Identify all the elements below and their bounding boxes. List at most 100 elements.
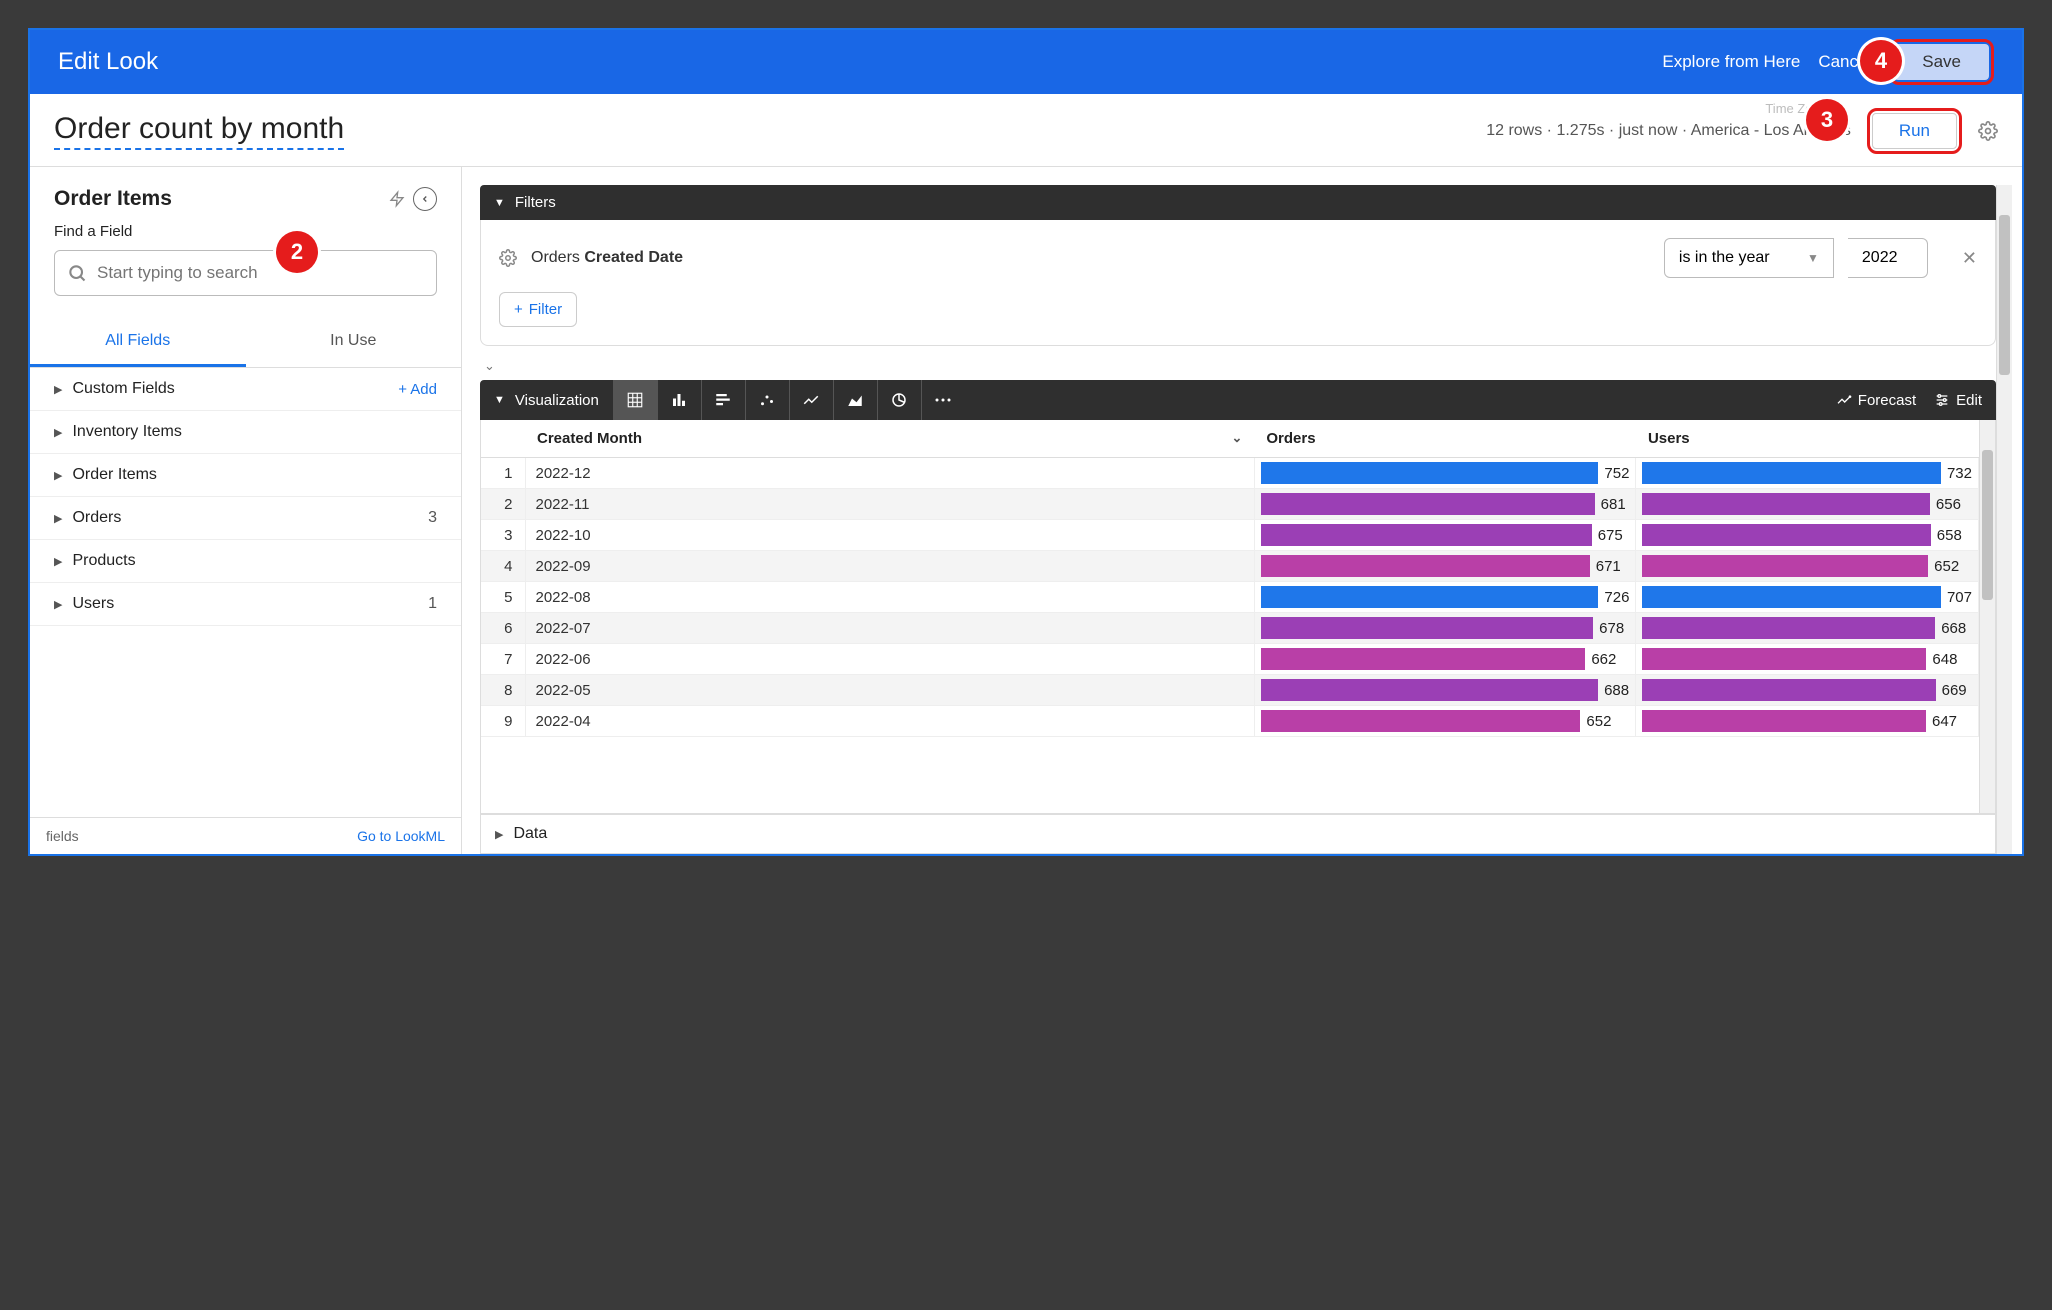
viz-type-bar-icon[interactable] [701, 380, 745, 420]
main-scrollbar[interactable] [1996, 185, 2012, 854]
forecast-button[interactable]: Forecast [1836, 392, 1916, 409]
cell-orders[interactable]: 688 [1254, 675, 1636, 706]
cell-month[interactable]: 2022-06 [525, 644, 1254, 675]
run-button[interactable]: Run [1872, 113, 1957, 149]
cell-orders[interactable]: 662 [1254, 644, 1636, 675]
filter-field-name: Orders Created Date [531, 249, 1650, 267]
chevron-right-icon: ▶ [495, 828, 503, 841]
explore-from-here-link[interactable]: Explore from Here [1662, 52, 1800, 72]
cell-users[interactable]: 707 [1636, 582, 1979, 613]
cell-month[interactable]: 2022-10 [525, 520, 1254, 551]
app-window: 2 3 4 Edit Look Explore from Here Cancel… [28, 28, 2024, 856]
filters-body: Orders Created Date is in the year ▼ 202… [480, 220, 1996, 346]
cell-orders[interactable]: 675 [1254, 520, 1636, 551]
cell-orders[interactable]: 671 [1254, 551, 1636, 582]
row-number: 9 [481, 706, 525, 737]
add-filter-button[interactable]: + Filter [499, 292, 577, 327]
search-icon [67, 263, 87, 283]
field-group-users[interactable]: ▶Users1 [30, 583, 461, 626]
viz-type-area-icon[interactable] [833, 380, 877, 420]
col-created-month[interactable]: Created Month⌄ [525, 420, 1254, 458]
table-row: 92022-04652647 [481, 706, 1979, 737]
filter-gear-icon[interactable] [499, 249, 517, 267]
bolt-icon[interactable] [389, 189, 405, 209]
chevron-right-icon: ▶ [54, 426, 62, 439]
forecast-icon [1836, 392, 1852, 408]
field-group-label: Inventory Items [72, 423, 437, 441]
filters-label: Filters [515, 194, 556, 211]
save-button[interactable]: Save [1894, 44, 1989, 80]
title-row: Order count by month Time Zone 12 rows ·… [30, 94, 2022, 167]
cell-users[interactable]: 647 [1636, 706, 1979, 737]
annotation-3: 3 [1806, 99, 1848, 141]
viz-type-pie-icon[interactable] [877, 380, 921, 420]
add-custom-field-link[interactable]: + Add [398, 381, 437, 398]
viz-type-scatter-icon[interactable] [745, 380, 789, 420]
run-button-highlight: Run [1867, 108, 1962, 154]
settings-gear-icon[interactable] [1978, 121, 1998, 141]
cell-users[interactable]: 732 [1636, 458, 1979, 489]
table-scrollbar[interactable] [1979, 420, 1995, 813]
chevron-right-icon: ▶ [54, 555, 62, 568]
field-group-order-items[interactable]: ▶Order Items [30, 454, 461, 497]
look-title-input[interactable]: Order count by month [54, 112, 344, 150]
cell-users[interactable]: 648 [1636, 644, 1979, 675]
cell-month[interactable]: 2022-11 [525, 489, 1254, 520]
cell-users[interactable]: 668 [1636, 613, 1979, 644]
sort-desc-icon: ⌄ [1231, 430, 1242, 446]
table-row: 32022-10675658 [481, 520, 1979, 551]
filters-section-header[interactable]: ▼ Filters [480, 185, 1996, 220]
tab-all-fields[interactable]: All Fields [30, 318, 246, 367]
field-group-orders[interactable]: ▶Orders3 [30, 497, 461, 540]
field-group-label: Custom Fields [72, 380, 388, 398]
cell-users[interactable]: 669 [1636, 675, 1979, 706]
filter-value-input[interactable]: 2022 [1848, 238, 1928, 278]
cell-orders[interactable]: 678 [1254, 613, 1636, 644]
viz-type-line-icon[interactable] [789, 380, 833, 420]
field-search-box[interactable] [54, 250, 437, 296]
add-filter-label: Filter [529, 301, 562, 318]
remove-filter-icon[interactable]: ✕ [1962, 248, 1977, 269]
collapsed-section-chevron[interactable]: ⌄ [484, 358, 1996, 374]
table-row: 12022-12752732 [481, 458, 1979, 489]
viz-table-container: Created Month⌄ Orders Users 12022-127527… [480, 420, 1996, 814]
cell-users[interactable]: 658 [1636, 520, 1979, 551]
field-group-inventory-items[interactable]: ▶ Inventory Items [30, 411, 461, 454]
explore-name: Order Items [54, 187, 381, 211]
col-users[interactable]: Users [1636, 420, 1979, 458]
viz-type-table-icon[interactable] [613, 380, 657, 420]
row-number: 7 [481, 644, 525, 675]
data-section-header[interactable]: ▶ Data [480, 814, 1996, 854]
field-group-products[interactable]: ▶Products [30, 540, 461, 583]
col-orders[interactable]: Orders [1254, 420, 1636, 458]
field-group-custom-fields[interactable]: ▶Custom Fields+ Add [30, 368, 461, 411]
row-number: 5 [481, 582, 525, 613]
viz-toggle[interactable]: ▼ Visualization [480, 392, 613, 409]
cell-month[interactable]: 2022-09 [525, 551, 1254, 582]
cell-users[interactable]: 656 [1636, 489, 1979, 520]
filter-operator-dropdown[interactable]: is in the year ▼ [1664, 238, 1834, 278]
col-rownum [481, 420, 525, 458]
cell-month[interactable]: 2022-04 [525, 706, 1254, 737]
tab-in-use[interactable]: In Use [246, 318, 462, 367]
row-number: 3 [481, 520, 525, 551]
cell-month[interactable]: 2022-05 [525, 675, 1254, 706]
cell-month[interactable]: 2022-12 [525, 458, 1254, 489]
table-row: 22022-11681656 [481, 489, 1979, 520]
cell-month[interactable]: 2022-08 [525, 582, 1254, 613]
go-to-lookml-link[interactable]: Go to LookML [357, 828, 445, 844]
cell-orders[interactable]: 752 [1254, 458, 1636, 489]
cell-orders[interactable]: 726 [1254, 582, 1636, 613]
viz-edit-button[interactable]: Edit [1934, 392, 1982, 409]
chevron-down-icon: ▼ [1807, 251, 1819, 265]
field-search-input[interactable] [97, 263, 424, 283]
cell-orders[interactable]: 681 [1254, 489, 1636, 520]
cell-month[interactable]: 2022-07 [525, 613, 1254, 644]
chevron-right-icon: ▶ [54, 512, 62, 525]
cell-orders[interactable]: 652 [1254, 706, 1636, 737]
collapse-sidebar-icon[interactable] [413, 187, 437, 211]
visualization-section-header: ▼ Visualization [480, 380, 1996, 420]
viz-type-more-icon[interactable] [921, 380, 965, 420]
viz-type-column-icon[interactable] [657, 380, 701, 420]
cell-users[interactable]: 652 [1636, 551, 1979, 582]
